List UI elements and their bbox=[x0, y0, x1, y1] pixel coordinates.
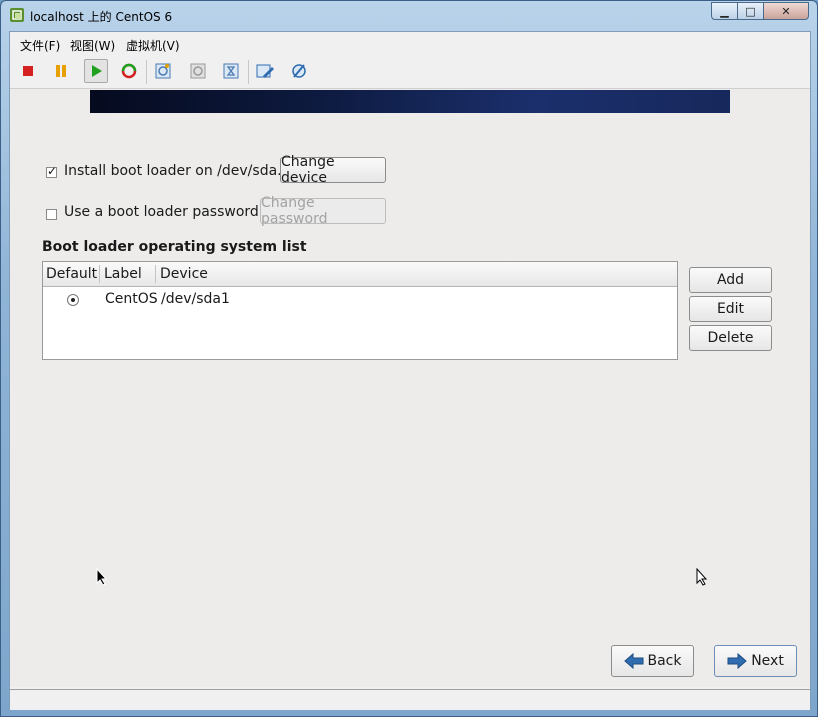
stop-icon bbox=[23, 66, 33, 76]
statusbar bbox=[10, 689, 810, 710]
window-controls: ▁ □ ✕ bbox=[711, 2, 809, 21]
snapshot-manager-button[interactable] bbox=[219, 59, 243, 83]
next-label: Next bbox=[751, 653, 784, 669]
client-area: 文件(F) 视图(W) 虚拟机(V) ✓ Install boot loader… bbox=[9, 31, 811, 710]
next-button[interactable]: Next bbox=[714, 645, 797, 677]
os-device-cell: /dev/sda1 bbox=[161, 291, 230, 307]
add-label: Add bbox=[716, 272, 745, 288]
toolbar-separator bbox=[146, 60, 147, 84]
default-os-radio[interactable] bbox=[67, 294, 79, 306]
menu-vm[interactable]: 虚拟机(V) bbox=[126, 37, 180, 54]
reset-button[interactable] bbox=[117, 59, 141, 83]
bootloader-password-checkbox[interactable] bbox=[46, 209, 57, 220]
delete-label: Delete bbox=[707, 330, 754, 346]
manage-snapshots-icon bbox=[223, 63, 239, 79]
revert-snapshot-icon bbox=[190, 63, 206, 79]
close-icon: ✕ bbox=[781, 4, 791, 18]
window-title: localhost 上的 CentOS 6 bbox=[30, 10, 173, 24]
maximize-icon: □ bbox=[745, 4, 756, 18]
change-device-label: Change device bbox=[281, 154, 335, 186]
column-header-label[interactable]: Label bbox=[104, 266, 142, 282]
os-list[interactable]: Default Label Device CentOS /dev/sda1 bbox=[42, 261, 678, 360]
installer-banner bbox=[90, 90, 730, 113]
maximize-button[interactable]: □ bbox=[737, 2, 763, 20]
os-list-header: Default Label Device bbox=[43, 262, 677, 287]
column-header-default[interactable]: Default bbox=[46, 266, 97, 282]
mouse-cursor-icon bbox=[96, 568, 108, 586]
menu-view[interactable]: 视图(W) bbox=[70, 37, 115, 54]
stop-button[interactable] bbox=[16, 59, 40, 83]
menubar: 文件(F) 视图(W) 虚拟机(V) bbox=[10, 32, 810, 54]
back-button[interactable]: Back bbox=[611, 645, 694, 677]
vm-settings-icon bbox=[292, 64, 306, 78]
guest-console[interactable]: ✓ Install boot loader on /dev/sda. Chang… bbox=[10, 88, 810, 687]
delete-button[interactable]: Delete bbox=[689, 325, 772, 351]
bootloader-password-label: Use a boot loader password bbox=[64, 204, 259, 220]
change-password-label: Change password bbox=[261, 195, 328, 227]
pause-icon bbox=[56, 65, 66, 77]
edit-button[interactable]: Edit bbox=[689, 296, 772, 322]
os-list-title: Boot loader operating system list bbox=[42, 239, 307, 255]
os-label-cell: CentOS bbox=[105, 291, 158, 307]
revert-snapshot-button[interactable] bbox=[186, 59, 210, 83]
power-on-button[interactable] bbox=[84, 59, 108, 83]
vm-console-window: localhost 上的 CentOS 6 ▁ □ ✕ 文件(F) 视图(W) … bbox=[0, 0, 818, 717]
menu-file[interactable]: 文件(F) bbox=[20, 37, 60, 54]
back-arrow-icon bbox=[623, 652, 643, 670]
vsphere-client-icon bbox=[10, 8, 24, 22]
snapshot-icon bbox=[155, 63, 171, 79]
take-snapshot-button[interactable] bbox=[151, 59, 175, 83]
next-arrow-icon bbox=[727, 652, 747, 670]
minimize-button[interactable]: ▁ bbox=[711, 2, 737, 20]
toolbar-separator bbox=[248, 60, 249, 84]
change-device-button[interactable]: Change device bbox=[280, 154, 386, 186]
edit-settings-button[interactable] bbox=[253, 59, 277, 83]
play-icon bbox=[92, 65, 102, 77]
edit-label: Edit bbox=[716, 301, 745, 317]
add-button[interactable]: Add bbox=[689, 267, 772, 293]
column-divider bbox=[155, 265, 156, 283]
close-button[interactable]: ✕ bbox=[763, 2, 809, 20]
install-bootloader-label: Install boot loader on /dev/sda. bbox=[64, 163, 282, 179]
reset-icon bbox=[121, 63, 137, 79]
pause-button[interactable] bbox=[49, 59, 73, 83]
vm-settings-button[interactable] bbox=[287, 59, 311, 83]
install-bootloader-checkbox[interactable]: ✓ bbox=[46, 164, 58, 178]
mouse-cursor-icon bbox=[696, 568, 708, 586]
back-label: Back bbox=[647, 653, 682, 669]
titlebar[interactable]: localhost 上的 CentOS 6 ▁ □ ✕ bbox=[1, 1, 817, 29]
minimize-icon: ▁ bbox=[720, 4, 729, 18]
toolbar bbox=[10, 56, 810, 86]
column-header-device[interactable]: Device bbox=[160, 266, 208, 282]
checkmark-icon: ✓ bbox=[47, 164, 58, 178]
edit-settings-icon bbox=[256, 64, 274, 78]
change-password-button: Change password bbox=[260, 195, 386, 227]
column-divider bbox=[99, 265, 100, 283]
